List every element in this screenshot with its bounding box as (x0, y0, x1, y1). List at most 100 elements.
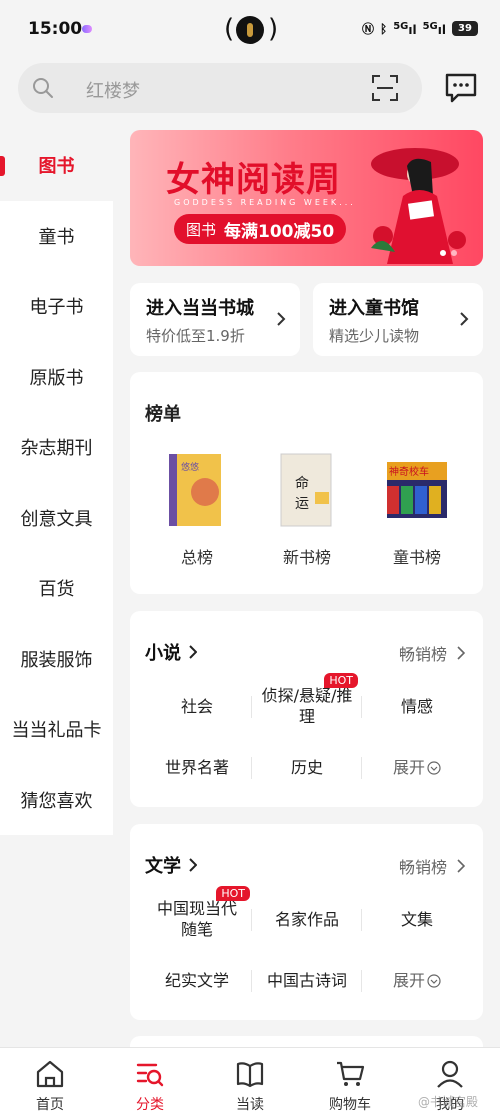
entry-title: 进入当当书城 (146, 298, 254, 319)
person-icon (437, 1060, 463, 1088)
sidebar-item-childrens-books[interactable]: 童书 (0, 200, 113, 271)
sidebar-item-label: 杂志期刊 (20, 438, 93, 460)
signal-icon-2: 5Gıl (422, 20, 446, 37)
ranking-label: 总榜 (180, 548, 213, 567)
hot-badge: HOT (216, 886, 250, 901)
island-right-bracket: ) (268, 14, 279, 44)
ranking-overall[interactable]: 悠悠 总榜 (142, 448, 252, 568)
subcategory-label: 社会 (180, 696, 213, 716)
sidebar-item-magazines[interactable]: 杂志期刊 (0, 412, 113, 483)
sidebar-item-label: 服装服饰 (20, 649, 93, 671)
sidebar-item-recommended[interactable]: 猜您喜欢 (0, 764, 113, 835)
sidebar-item-apparel[interactable]: 服装服饰 (0, 623, 113, 694)
literature-subcategory[interactable]: 纪实文学 (142, 953, 252, 1009)
tab-label: 首页 (36, 1097, 64, 1113)
chevron-down-circle-icon (427, 974, 441, 988)
literature-subcategory[interactable]: 中国现当代随笔 HOT (142, 886, 252, 948)
cover-text-1: 命 (295, 475, 309, 492)
promo-banner[interactable]: 女神阅读周 GODDESS READING WEEK... 图书 每满100减5… (130, 130, 483, 266)
literature-subcategory[interactable]: 文集 (362, 892, 472, 948)
banner-dot-active (440, 250, 446, 256)
sidebar-item-ebooks[interactable]: 电子书 (0, 271, 113, 342)
sidebar-item-general-goods[interactable]: 百货 (0, 553, 113, 624)
tab-label: 购物车 (329, 1097, 371, 1113)
subcategory-label: 纪实文学 (164, 970, 229, 990)
status-time: 15:00 (28, 19, 83, 39)
watermark: @书城宫殿 (418, 1095, 479, 1109)
sidebar-item-label: 创意文具 (20, 508, 93, 530)
dynamic-island: ( ) (224, 14, 278, 46)
banner-title: 女神阅读周 (166, 160, 341, 200)
fiction-subcategory[interactable]: 世界名著 (142, 740, 252, 796)
tab-category[interactable]: 分类 (100, 1048, 200, 1117)
nfc-icon: Ⓝ (361, 22, 374, 36)
expand-label: 展开 (392, 757, 425, 777)
ranking-label: 童书榜 (392, 548, 441, 567)
hot-badge: HOT (324, 673, 358, 688)
fiction-bestseller-link[interactable]: 畅销榜 (399, 641, 465, 665)
sidebar-item-stationery[interactable]: 创意文具 (0, 482, 113, 553)
chevron-down-circle-icon (427, 761, 441, 775)
status-bar: 15:00 ( ) Ⓝ ᛒ 5Gıl 5Gıl 39 (0, 0, 500, 58)
fiction-subcategory[interactable]: 情感 (362, 679, 472, 735)
network-type-label: 5G (393, 20, 409, 32)
sidebar-item-label: 童书 (38, 226, 75, 248)
sidebar-item-books[interactable]: 图书 (0, 130, 113, 201)
sidebar-item-label: 当当礼品卡 (11, 720, 102, 742)
tab-cart[interactable]: 购物车 (300, 1048, 400, 1117)
fiction-subcategory[interactable]: 侦探/悬疑/推理 HOT (252, 673, 362, 735)
island-left-bracket: ( (224, 14, 235, 44)
literature-category-card: 文学 畅销榜 中国现当代随笔 HOT 名家作品 文集 纪实文学 中国古诗词 展开 (130, 824, 483, 1020)
bestseller-label: 畅销榜 (398, 645, 447, 664)
ranking-new-books[interactable]: 命 运 新书榜 (252, 448, 362, 568)
literature-subcategory[interactable]: 名家作品 (252, 892, 362, 948)
chevron-right-icon (277, 312, 286, 326)
ranking-childrens[interactable]: 神奇校车 童书榜 (362, 448, 472, 568)
literature-header[interactable]: 文学 (145, 852, 197, 878)
fiction-expand-button[interactable]: 展开 (362, 740, 472, 796)
subcategory-label: 名家作品 (274, 909, 339, 929)
childrens-hall-entry[interactable]: 进入童书馆 精选少儿读物 (313, 283, 483, 356)
dangdang-bookstore-entry[interactable]: 进入当当书城 特价低至1.9折 (130, 283, 300, 356)
fiction-header[interactable]: 小说 (145, 639, 197, 665)
home-icon (36, 1060, 64, 1088)
tab-home[interactable]: 首页 (0, 1048, 100, 1117)
chevron-right-icon (460, 312, 469, 326)
chevron-right-icon (189, 858, 197, 872)
chevron-right-icon (189, 645, 197, 659)
message-icon[interactable] (444, 72, 478, 104)
fiction-subcategory[interactable]: 社会 (142, 679, 252, 735)
sidebar-item-label: 百货 (38, 579, 75, 601)
rankings-card: 榜单 悠悠 总榜 命 运 新书榜 神奇校车 童书榜 (130, 372, 483, 594)
search-input[interactable]: 红楼梦 (18, 63, 422, 113)
expand-control: 展开 (393, 758, 441, 779)
sidebar-item-label: 猜您喜欢 (20, 790, 93, 812)
tab-label: 分类 (136, 1097, 164, 1113)
literature-bestseller-link[interactable]: 畅销榜 (399, 854, 465, 878)
subcategory-label: 历史 (290, 757, 323, 777)
ranking-label: 新书榜 (282, 548, 331, 567)
fiction-subcategory[interactable]: 历史 (252, 740, 362, 796)
search-icon (33, 78, 53, 98)
goddess-illustration-icon (371, 148, 466, 264)
media-avatar-icon (236, 16, 264, 44)
sidebar-item-original-books[interactable]: 原版书 (0, 341, 113, 412)
literature-expand-button[interactable]: 展开 (362, 953, 472, 1009)
tab-reading[interactable]: 当读 (200, 1048, 300, 1117)
literature-title: 文学 (145, 856, 181, 877)
entry-subtitle: 精选少儿读物 (329, 327, 420, 345)
scan-icon[interactable] (372, 75, 398, 101)
subcategory-label: 世界名著 (164, 757, 229, 777)
cover-text: 悠悠 (181, 461, 199, 473)
search-placeholder: 红楼梦 (86, 81, 140, 102)
subcategory-label: 中国现当代随笔 (156, 899, 237, 939)
subcategory-label: 中国古诗词 (266, 970, 347, 990)
subcategory-label: 情感 (400, 696, 433, 716)
banner-promo-text: 每满100减50 (224, 221, 335, 242)
signal-icon-1: 5Gıl (393, 20, 417, 37)
literature-subcategory[interactable]: 中国古诗词 (252, 953, 362, 1009)
sidebar-item-gift-card[interactable]: 当当礼品卡 (0, 694, 113, 765)
bestseller-label: 畅销榜 (398, 858, 447, 877)
tab-label: 当读 (236, 1097, 264, 1113)
entry-title: 进入童书馆 (329, 298, 419, 319)
